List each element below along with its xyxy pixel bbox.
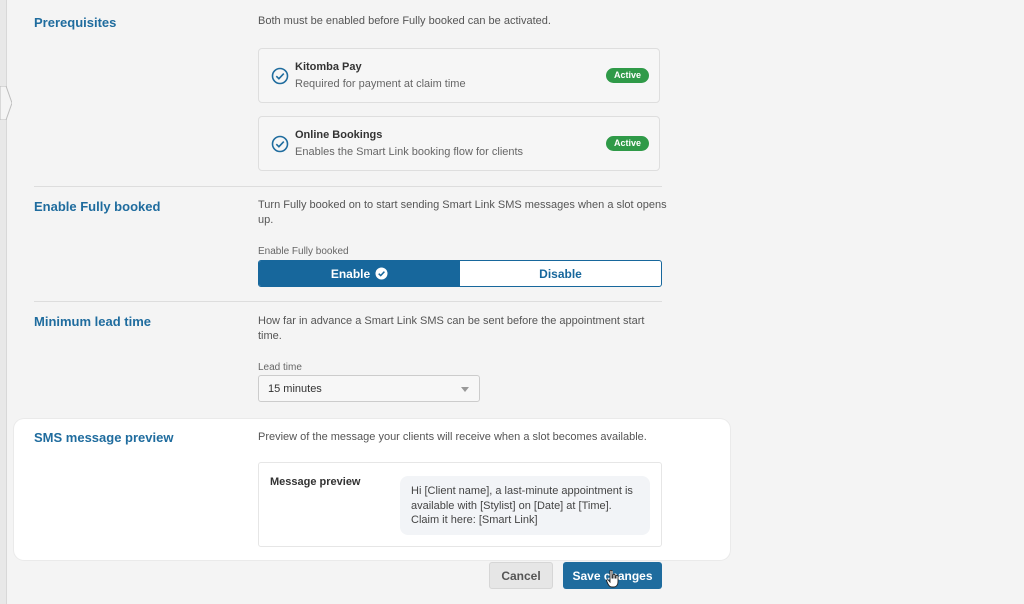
sms-preview-heading: SMS message preview [34, 430, 174, 445]
prerequisite-subtitle: Enables the Smart Link booking flow for … [295, 146, 524, 158]
prerequisite-subtitle: Required for payment at claim time [295, 78, 466, 90]
message-preview-bubble: Hi [Client name], a last-minute appointm… [400, 476, 650, 535]
section-divider [34, 301, 662, 302]
chevron-down-icon [461, 387, 469, 392]
prerequisite-card-kitomba-pay: Kitomba Pay Required for payment at clai… [258, 48, 660, 103]
status-badge: Active [605, 68, 649, 83]
lead-time-value: 15 minutes [268, 383, 322, 395]
status-badge: Active [605, 136, 649, 151]
enable-option[interactable]: Enable [259, 261, 460, 286]
collapse-tab-icon[interactable] [0, 86, 12, 120]
message-preview-label: Message preview [270, 476, 361, 488]
prerequisites-heading: Prerequisites [34, 15, 117, 30]
enable-toggle[interactable]: Enable Disable [258, 260, 662, 287]
lead-time-description: How far in advance a Smart Link SMS can … [258, 315, 645, 342]
sms-preview-description: Preview of the message your clients will… [258, 431, 647, 443]
prerequisite-title: Kitomba Pay [295, 61, 362, 73]
disable-option-label: Disable [539, 266, 582, 281]
enable-heading: Enable Fully booked [34, 199, 161, 214]
enable-option-label: Enable [330, 266, 371, 281]
prerequisite-title: Online Bookings [295, 129, 383, 141]
enable-field-label: Enable Fully booked [258, 246, 349, 257]
disable-option[interactable]: Disable [460, 261, 661, 286]
message-preview-box: Message preview Hi [Client name], a last… [258, 462, 662, 547]
check-badge-icon [375, 267, 388, 280]
prerequisite-card-online-bookings: Online Bookings Enables the Smart Link b… [258, 116, 660, 171]
lead-time-select[interactable]: 15 minutes [258, 375, 480, 402]
lead-time-field-label: Lead time [258, 362, 302, 373]
check-circle-icon [271, 67, 289, 85]
settings-page: Prerequisites Both must be enabled befor… [0, 0, 1024, 604]
check-circle-icon [271, 135, 289, 153]
mouse-cursor-icon [606, 570, 619, 588]
prerequisites-description: Both must be enabled before Fully booked… [258, 15, 551, 27]
cancel-button[interactable]: Cancel [489, 562, 553, 589]
lead-time-heading: Minimum lead time [34, 314, 152, 329]
section-divider [34, 186, 662, 187]
enable-description: Turn Fully booked on to start sending Sm… [258, 199, 667, 226]
